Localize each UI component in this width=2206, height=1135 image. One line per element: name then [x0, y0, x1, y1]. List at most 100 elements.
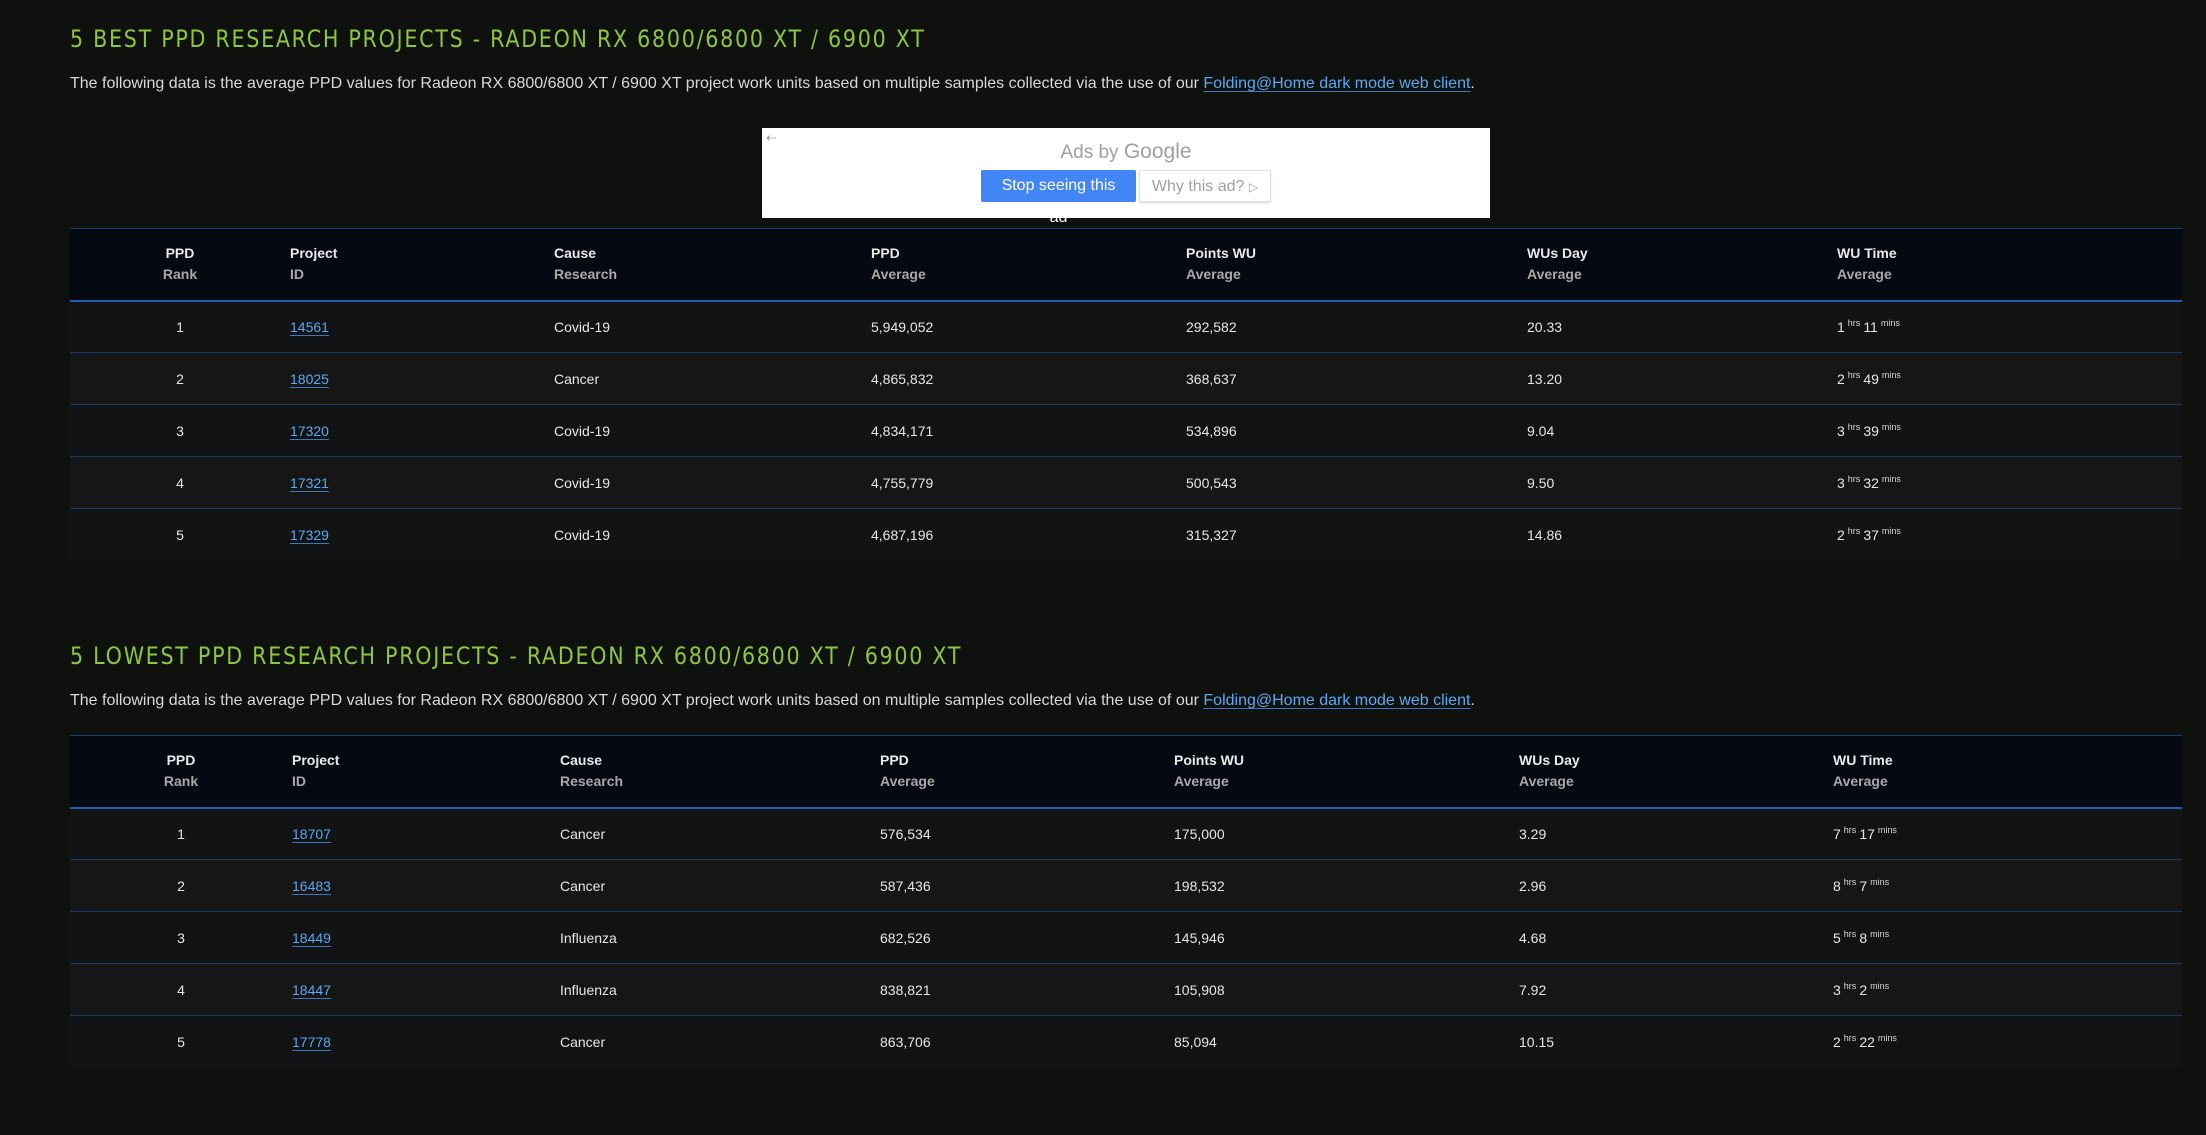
hours-unit: hrs [1847, 370, 1861, 380]
project-link[interactable]: 14561 [290, 319, 329, 335]
hours-value: 2 [1833, 1034, 1841, 1051]
rank-cell: 1 [177, 825, 185, 842]
header-sublabel: Research [554, 266, 618, 283]
points-cell: 500,543 [1186, 474, 1237, 491]
hours-value: 8 [1833, 878, 1841, 894]
minutes-value: 11 [1863, 319, 1878, 336]
project-link[interactable]: 17329 [290, 527, 329, 543]
minutes-unit: mins [1877, 825, 1897, 836]
header-ppd-average: PPD Average [871, 229, 1186, 301]
ppd-cell: 838,821 [880, 981, 931, 998]
minutes-value: 17 [1859, 826, 1875, 843]
header-sublabel: Research [560, 773, 624, 790]
section-description: The following data is the average PPD va… [70, 689, 2182, 713]
hours-unit: hrs [1847, 526, 1861, 537]
minutes-value: 37 [1863, 527, 1879, 544]
minutes-unit: mins [1881, 422, 1901, 432]
ppd-cell: 4,755,779 [871, 474, 934, 491]
project-link[interactable]: 17321 [290, 475, 329, 491]
header-sublabel: Average [1174, 773, 1229, 790]
table-row: 2 16483 Cancer 587,436 198,532 2.96 8 hrs 7 mins [70, 859, 2182, 912]
wus-cell: 20.33 [1527, 318, 1563, 335]
table-row: 4 17321 Covid-19 4,755,779 500,543 9.50 3 hrs 32… [70, 456, 2182, 509]
header-label: Cause [560, 752, 603, 769]
header-wu-time: WU Time Average [1837, 229, 2182, 301]
wu-time-cell: 3 hrs 2 mins [1833, 964, 2182, 1016]
wu-time-cell: 7 hrs 17 mins [1833, 808, 2182, 860]
header-sublabel: Rank [163, 773, 199, 790]
hours-value: 7 [1833, 826, 1841, 843]
minutes-unit: mins [1870, 877, 1890, 887]
stop-seeing-ad-button[interactable]: Stop seeing this ad [981, 170, 1136, 226]
project-cell: 18449 [292, 912, 560, 964]
header-wus-day: WUs Day Average [1527, 229, 1837, 301]
web-client-link[interactable]: Folding@Home dark mode web client [1203, 692, 1470, 709]
minutes-unit: mins [1880, 318, 1900, 329]
points-cell: 198,532 [1174, 877, 1225, 894]
project-link[interactable]: 18025 [290, 371, 329, 387]
header-wus-day: WUs Day Average [1519, 736, 1833, 808]
why-this-ad-button[interactable]: Why this ad? ▷ [1139, 170, 1271, 202]
wu-time-cell: 2 hrs 37 mins [1837, 509, 2182, 561]
header-project-id: Project ID [290, 229, 554, 301]
minutes-value: 8 [1859, 930, 1868, 946]
project-link[interactable]: 17778 [292, 1034, 331, 1050]
ppd-cell: 5,949,052 [871, 318, 934, 335]
hours-value: 2 [1837, 527, 1845, 544]
header-sublabel: Average [1833, 773, 1888, 790]
hours-unit: hrs [1843, 929, 1857, 939]
ad-buttons: Stop seeing this ad Why this ad? ▷ [762, 170, 1490, 226]
hours-value: 2 [1837, 371, 1845, 387]
header-label: Project [290, 245, 338, 262]
header-sublabel: ID [292, 773, 306, 790]
wus-cell: 13.20 [1527, 370, 1563, 387]
wu-time-cell: 5 hrs 8 mins [1833, 912, 2182, 964]
points-cell: 105,908 [1174, 981, 1225, 998]
project-link[interactable]: 18449 [292, 930, 331, 946]
header-project-id: Project ID [292, 736, 560, 808]
project-link[interactable]: 18707 [292, 826, 331, 842]
table-row: 3 18449 Influenza 682,526 145,946 4.68 5 hrs 8 mi… [70, 911, 2182, 964]
project-cell: 18707 [292, 808, 560, 860]
header-sublabel: Rank [162, 266, 198, 283]
rank-cell: 2 [177, 877, 185, 894]
project-cell: 17778 [292, 1016, 560, 1068]
points-cell: 368,637 [1186, 370, 1237, 387]
header-label: Points WU [1186, 245, 1256, 262]
header-label: PPD [871, 245, 900, 262]
project-link[interactable]: 16483 [292, 878, 331, 894]
hours-unit: hrs [1843, 877, 1857, 887]
minutes-unit: mins [1881, 474, 1901, 484]
rank-cell: 4 [177, 981, 185, 998]
table-header-row: PPD Rank Project ID Cause Research PPD Average P… [70, 735, 2182, 808]
section-title: 5 LOWEST PPD RESEARCH PROJECTS - RADEON … [70, 642, 963, 670]
minutes-unit: mins [1877, 1033, 1897, 1044]
ppd-cell: 682,526 [880, 929, 931, 946]
project-cell: 14561 [290, 301, 554, 353]
header-points-wu: Points WU Average [1174, 736, 1519, 808]
cause-cell: Influenza [560, 929, 617, 946]
cause-cell: Cancer [560, 877, 606, 894]
lowest-ppd-table: PPD Rank Project ID Cause Research PPD Average P… [70, 735, 2182, 1068]
description-text: The following data is the average PPD va… [70, 692, 1204, 709]
hours-value: 3 [1837, 423, 1845, 439]
hours-unit: hrs [1843, 981, 1857, 991]
cause-cell: Covid-19 [554, 474, 611, 491]
table-row: 1 14561 Covid-19 5,949,052 292,582 20.33 1 hrs 1… [70, 300, 2182, 353]
header-sublabel: Average [1186, 266, 1241, 283]
project-link[interactable]: 17320 [290, 423, 329, 439]
web-client-link[interactable]: Folding@Home dark mode web client [1203, 75, 1470, 92]
wu-time-cell: 3 hrs 39 mins [1837, 405, 2182, 457]
rank-cell: 5 [177, 1033, 185, 1050]
minutes-value: 7 [1859, 878, 1868, 894]
header-sublabel: Average [1519, 773, 1574, 790]
wus-cell: 7.92 [1519, 981, 1547, 998]
section-title: 5 BEST PPD RESEARCH PROJECTS - RADEON RX… [70, 25, 926, 53]
project-cell: 17329 [290, 509, 554, 561]
rank-cell: 5 [176, 526, 184, 543]
project-link[interactable]: 18447 [292, 982, 331, 998]
header-label: WUs Day [1527, 245, 1588, 262]
minutes-unit: mins [1870, 929, 1890, 939]
header-sublabel: Average [1837, 266, 1892, 283]
play-icon: ▷ [1248, 180, 1259, 194]
